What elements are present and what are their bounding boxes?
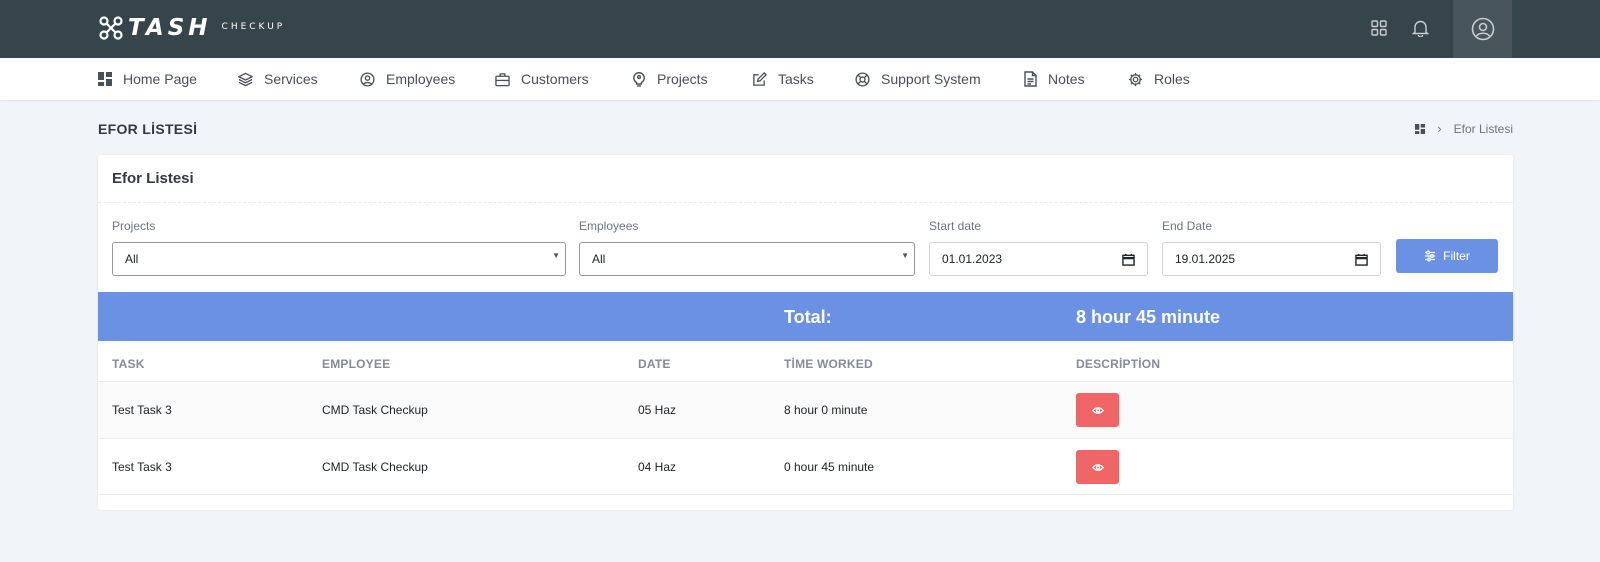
end-date-value: 19.01.2025: [1175, 252, 1236, 266]
column-header-description: DESCRİPTİON: [1076, 357, 1161, 371]
user-circle-icon: [1471, 17, 1494, 41]
cell-task: Test Task 3: [112, 403, 172, 417]
logo[interactable]: TASH CHECKUP: [98, 13, 285, 43]
nav-label: Notes: [1048, 71, 1085, 87]
breadcrumb: › Efor Listesi: [1415, 121, 1513, 136]
briefcase-icon: [495, 72, 510, 86]
employees-label: Employees: [579, 219, 639, 233]
nav-services[interactable]: Services: [238, 58, 318, 100]
cell-employee: CMD Task Checkup: [322, 460, 428, 474]
eye-icon: [1091, 463, 1104, 471]
cell-time-worked: 8 hour 0 minute: [784, 403, 868, 417]
caret-down-icon: ▼: [552, 251, 560, 260]
file-text-icon: [1024, 71, 1037, 87]
nav-employees[interactable]: Employees: [360, 58, 455, 100]
projects-value: All: [125, 252, 139, 266]
logo-text: TASH: [128, 15, 212, 41]
layers-icon: [238, 72, 253, 86]
bell-icon[interactable]: [1409, 17, 1431, 39]
projects-label: Projects: [112, 219, 156, 233]
start-date-label: Start date: [929, 219, 982, 233]
view-description-button[interactable]: [1076, 393, 1119, 427]
nav-notes[interactable]: Notes: [1024, 58, 1085, 100]
column-header-time-worked: TİME WORKED: [784, 357, 873, 371]
start-date-value: 01.01.2023: [942, 252, 1003, 266]
apps-grid-icon[interactable]: [1368, 17, 1390, 39]
total-value: 8 hour 45 minute: [1076, 307, 1221, 327]
table-row: Test Task 3 CMD Task Checkup 05 Haz 8 ho…: [98, 381, 1513, 438]
sliders-icon: [1425, 250, 1436, 262]
nav-home-page[interactable]: Home Page: [98, 58, 197, 100]
end-date-label: End Date: [1162, 219, 1213, 233]
cell-time-worked: 0 hour 45 minute: [784, 460, 875, 474]
column-header-date: DATE: [638, 357, 671, 371]
nav-label: Support System: [881, 71, 981, 87]
eye-icon: [1091, 406, 1104, 414]
cell-date: 04 Haz: [638, 460, 677, 474]
calendar-icon[interactable]: [1122, 253, 1135, 266]
dashboard-icon[interactable]: [1415, 123, 1426, 134]
calendar-icon[interactable]: [1355, 253, 1368, 266]
cell-employee: CMD Task Checkup: [322, 403, 428, 417]
cell-task: Test Task 3: [112, 460, 172, 474]
column-header-task: TASK: [112, 357, 145, 371]
column-header-employee: EMPLOYEE: [322, 357, 391, 371]
lightbulb-icon: [633, 72, 645, 87]
divider: [98, 202, 1513, 203]
cell-date: 05 Haz: [638, 403, 677, 417]
nav-label: Projects: [657, 71, 708, 87]
start-date-input[interactable]: 01.01.2023: [929, 242, 1148, 276]
nav-label: Tasks: [778, 71, 814, 87]
nav-support-system[interactable]: Support System: [855, 58, 981, 100]
total-label: Total:: [784, 307, 832, 327]
card-title: Efor Listesi: [112, 170, 194, 187]
total-bar: Total: 8 hour 45 minute: [98, 292, 1513, 341]
logo-icon: [99, 16, 123, 40]
nav-projects[interactable]: Projects: [632, 58, 708, 100]
effort-list-card: Efor Listesi Projects All ▼ Employees Al…: [98, 155, 1513, 510]
end-date-input[interactable]: 19.01.2025: [1162, 242, 1381, 276]
nav-label: Roles: [1154, 71, 1190, 87]
nav-label: Employees: [386, 71, 456, 87]
nav-label: Customers: [521, 71, 589, 87]
nav-label: Services: [264, 71, 318, 87]
nav-customers[interactable]: Customers: [495, 58, 589, 100]
breadcrumb-current: Efor Listesi: [1453, 121, 1513, 136]
support-icon: [855, 71, 870, 87]
filter-button-label: Filter: [1443, 249, 1470, 263]
top-header: TASH CHECKUP: [0, 0, 1600, 58]
main-nav: Home Page Services Employees Customers P…: [0, 58, 1600, 100]
nav-tasks[interactable]: Tasks: [752, 58, 814, 100]
table-row: Test Task 3 CMD Task Checkup 04 Haz 0 ho…: [98, 438, 1513, 495]
page-title: EFOR LİSTESİ: [98, 121, 198, 137]
gear-icon: [1128, 72, 1143, 86]
nav-roles[interactable]: Roles: [1128, 58, 1190, 100]
logo-subtext: CHECKUP: [221, 21, 286, 32]
view-description-button[interactable]: [1076, 450, 1119, 484]
user-menu-button[interactable]: [1453, 0, 1512, 58]
edit-icon: [753, 71, 767, 86]
nav-label: Home Page: [123, 71, 197, 87]
employees-select[interactable]: All ▼: [579, 242, 915, 276]
caret-down-icon: ▼: [901, 251, 909, 260]
employees-value: All: [592, 252, 606, 266]
dashboard-icon: [98, 72, 112, 86]
user-circle-icon: [360, 71, 375, 87]
filter-button[interactable]: Filter: [1396, 239, 1498, 273]
chevron-right-icon: ›: [1437, 121, 1442, 136]
projects-select[interactable]: All ▼: [112, 242, 566, 276]
